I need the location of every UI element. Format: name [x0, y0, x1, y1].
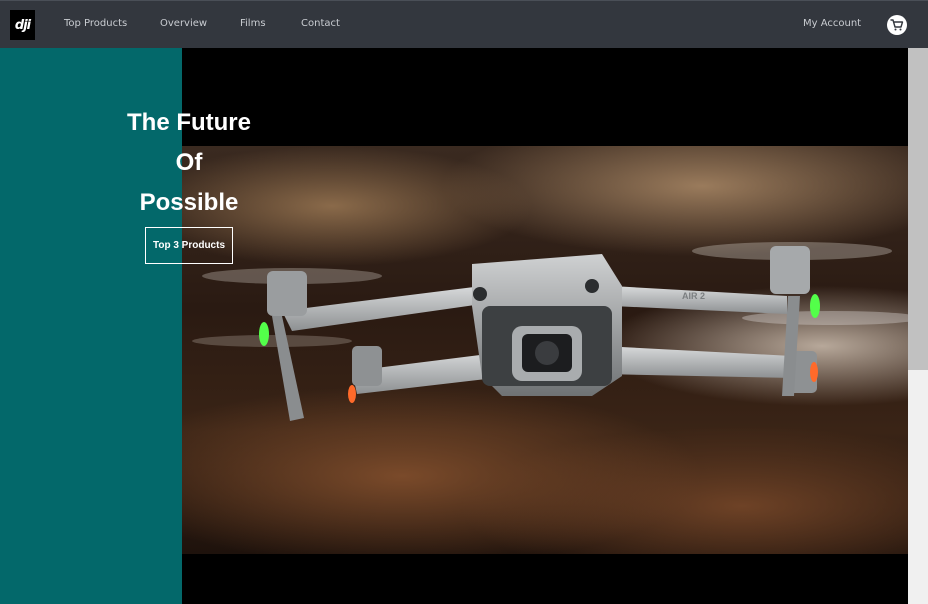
nav-link-my-account[interactable]: My Account	[803, 18, 861, 29]
nav-link-top-products[interactable]: Top Products	[64, 18, 127, 29]
hero-title-line-3: Possible	[139, 189, 239, 216]
nav-link-contact[interactable]: Contact	[301, 18, 340, 29]
drone-model-label: AIR 2	[682, 291, 705, 301]
scrollbar-thumb[interactable]	[908, 48, 928, 370]
nav-link-films[interactable]: Films	[240, 18, 266, 29]
cart-button[interactable]	[887, 15, 907, 35]
hero-title-line-1: The Future	[127, 109, 251, 136]
dji-logo[interactable]: dji	[10, 10, 35, 40]
hero-drone-image: AIR 2	[182, 146, 908, 554]
drone-illustration: AIR 2	[192, 242, 908, 421]
hero-title-line-2: Of	[175, 149, 203, 176]
nav-link-overview[interactable]: Overview	[160, 18, 207, 29]
top-3-products-button[interactable]: Top 3 Products	[145, 227, 233, 264]
hero-title: The Future Of Possible	[108, 103, 270, 223]
cart-icon	[890, 19, 904, 31]
logo-text: dji	[14, 17, 31, 33]
top-navbar: dji Top Products Overview Films Contact …	[0, 0, 928, 48]
